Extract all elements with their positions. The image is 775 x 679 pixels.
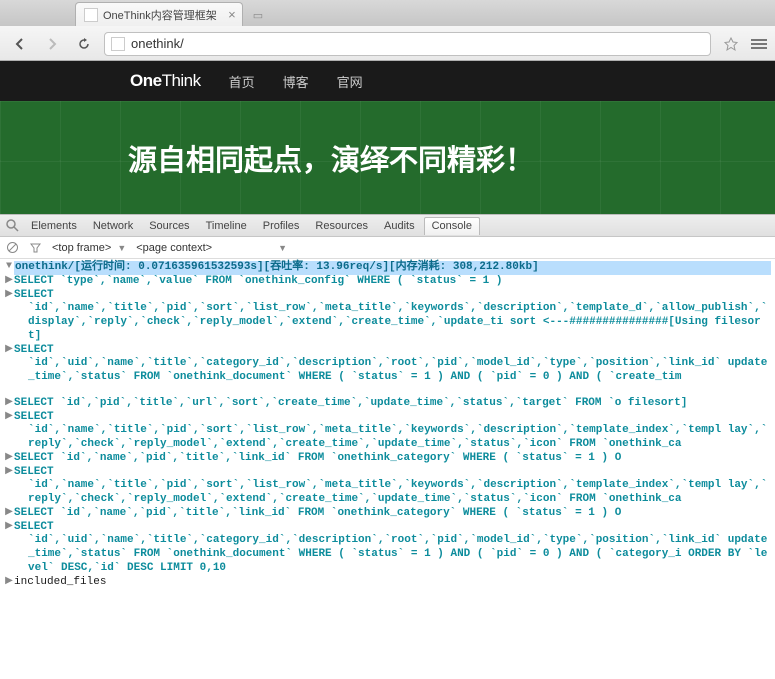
log-text: `id`,`name`,`title`,`pid`,`sort`,`list_r… [28,479,771,507]
console-log-line[interactable]: ▼onethink/[运行时间: 0.071635961532593s][吞吐率… [2,261,773,275]
site-logo[interactable]: OneThink [130,71,201,91]
devtools-tab-console[interactable]: Console [424,217,480,235]
frame-selector-label: <top frame> [52,242,111,254]
context-selector[interactable]: <page context> ▼ [136,242,287,254]
log-text: `id`,`name`,`title`,`pid`,`sort`,`list_r… [28,424,771,452]
reload-button[interactable] [72,34,96,54]
browser-chrome: OneThink内容管理框架 × ▭ onethink/ [0,0,775,61]
expander-icon[interactable]: ▶ [4,275,14,288]
clear-console-icon[interactable] [6,241,19,254]
expander-icon[interactable]: ▶ [4,344,14,357]
hero-text: 源自相同起点，演绎不同精彩！ [128,137,534,179]
console-log-line[interactable]: `id`,`name`,`title`,`pid`,`sort`,`list_r… [2,424,773,452]
console-log-line[interactable]: ▶SELECT `type`,`name`,`value` FROM `onet… [2,275,773,289]
devtools-inspect-icon[interactable] [4,217,22,235]
log-text: SELECT [14,466,771,480]
expander-icon[interactable]: ▶ [4,411,14,424]
log-text: SELECT [14,344,771,358]
devtools-tab-audits[interactable]: Audits [377,217,422,235]
log-text: included_files [14,576,771,590]
browser-tab-bar: OneThink内容管理框架 × ▭ [0,0,775,26]
browser-tab[interactable]: OneThink内容管理框架 × [75,2,243,26]
devtools-tab-profiles[interactable]: Profiles [256,217,307,235]
forward-button[interactable] [40,34,64,54]
console-log-line[interactable]: `id`,`name`,`title`,`pid`,`sort`,`list_r… [2,302,773,343]
log-text: SELECT [14,521,771,535]
address-text: onethink/ [131,36,184,51]
log-text: SELECT `id`,`name`,`pid`,`title`,`link_i… [14,507,771,521]
expander-icon[interactable]: ▶ [4,452,14,465]
devtools-tab-timeline[interactable]: Timeline [199,217,254,235]
expander-icon[interactable]: ▶ [4,576,14,589]
logo-part-thin: Think [162,71,201,90]
log-text: SELECT `type`,`name`,`value` FROM `oneth… [14,275,771,289]
log-text: `id`,`name`,`title`,`pid`,`sort`,`list_r… [28,302,771,343]
log-text: SELECT [14,289,771,303]
context-selector-label: <page context> [136,242,212,254]
expander-icon[interactable]: ▶ [4,289,14,302]
expander-icon[interactable]: ▶ [4,521,14,534]
console-log-line[interactable]: ▶SELECT [2,521,773,535]
log-text: `id`,`uid`,`name`,`title`,`category_id`,… [28,534,771,575]
log-text: `id`,`uid`,`name`,`title`,`category_id`,… [28,357,771,385]
close-tab-icon[interactable]: × [228,7,236,22]
console-log-line[interactable]: ▶SELECT [2,466,773,480]
log-text: SELECT `id`,`pid`,`title`,`url`,`sort`,`… [14,397,771,411]
devtools-tab-elements[interactable]: Elements [24,217,84,235]
console-toolbar: <top frame> ▼ <page context> ▼ [0,237,775,259]
tab-title: OneThink内容管理框架 [103,7,217,23]
console-log-line[interactable]: `id`,`uid`,`name`,`title`,`category_id`,… [2,357,773,385]
browser-nav-bar: onethink/ [0,26,775,60]
bookmark-button[interactable] [719,34,743,54]
console-log-line[interactable]: ▶SELECT `id`,`name`,`pid`,`title`,`link_… [2,452,773,466]
console-log-line[interactable]: ▶SELECT `id`,`name`,`pid`,`title`,`link_… [2,507,773,521]
new-tab-button[interactable]: ▭ [253,9,263,22]
nav-link-blog[interactable]: 博客 [283,72,309,91]
log-text: onethink/[运行时间: 0.071635961532593s][吞吐率:… [14,261,771,275]
frame-selector[interactable]: <top frame> ▼ [52,242,126,254]
devtools-tab-resources[interactable]: Resources [308,217,375,235]
page-icon [111,37,125,51]
devtools-panel: ElementsNetworkSourcesTimelineProfilesRe… [0,214,775,679]
expander-icon[interactable]: ▶ [4,466,14,479]
console-log-line[interactable]: `id`,`name`,`title`,`pid`,`sort`,`list_r… [2,479,773,507]
console-output[interactable]: ▼onethink/[运行时间: 0.071635961532593s][吞吐率… [0,259,775,679]
nav-link-home[interactable]: 首页 [229,72,255,91]
logo-part-bold: One [130,71,162,90]
chrome-menu-button[interactable] [751,37,767,51]
filter-icon[interactable] [29,241,42,254]
expander-icon[interactable]: ▼ [4,261,14,274]
nav-link-official[interactable]: 官网 [337,72,363,91]
chevron-down-icon: ▼ [278,243,287,253]
log-text: SELECT `id`,`name`,`pid`,`title`,`link_i… [14,452,771,466]
address-bar[interactable]: onethink/ [104,32,711,56]
devtools-tab-network[interactable]: Network [86,217,140,235]
console-log-line[interactable]: ▶SELECT `id`,`pid`,`title`,`url`,`sort`,… [2,397,773,411]
site-header: OneThink 首页 博客 官网 [0,61,775,101]
tab-favicon [84,8,98,22]
devtools-tab-sources[interactable]: Sources [142,217,196,235]
console-log-line[interactable]: `id`,`uid`,`name`,`title`,`category_id`,… [2,534,773,575]
console-log-line[interactable]: ▶SELECT [2,344,773,358]
chevron-down-icon: ▼ [117,243,126,253]
expander-icon[interactable]: ▶ [4,507,14,520]
console-log-line[interactable] [2,385,773,397]
back-button[interactable] [8,34,32,54]
devtools-tab-bar: ElementsNetworkSourcesTimelineProfilesRe… [0,215,775,237]
hero-banner: 源自相同起点，演绎不同精彩！ [0,101,775,214]
expander-icon[interactable]: ▶ [4,397,14,410]
console-log-line[interactable]: ▶SELECT [2,289,773,303]
console-log-line[interactable]: ▶SELECT [2,411,773,425]
log-text: SELECT [14,411,771,425]
console-log-line[interactable]: ▶included_files [2,576,773,590]
